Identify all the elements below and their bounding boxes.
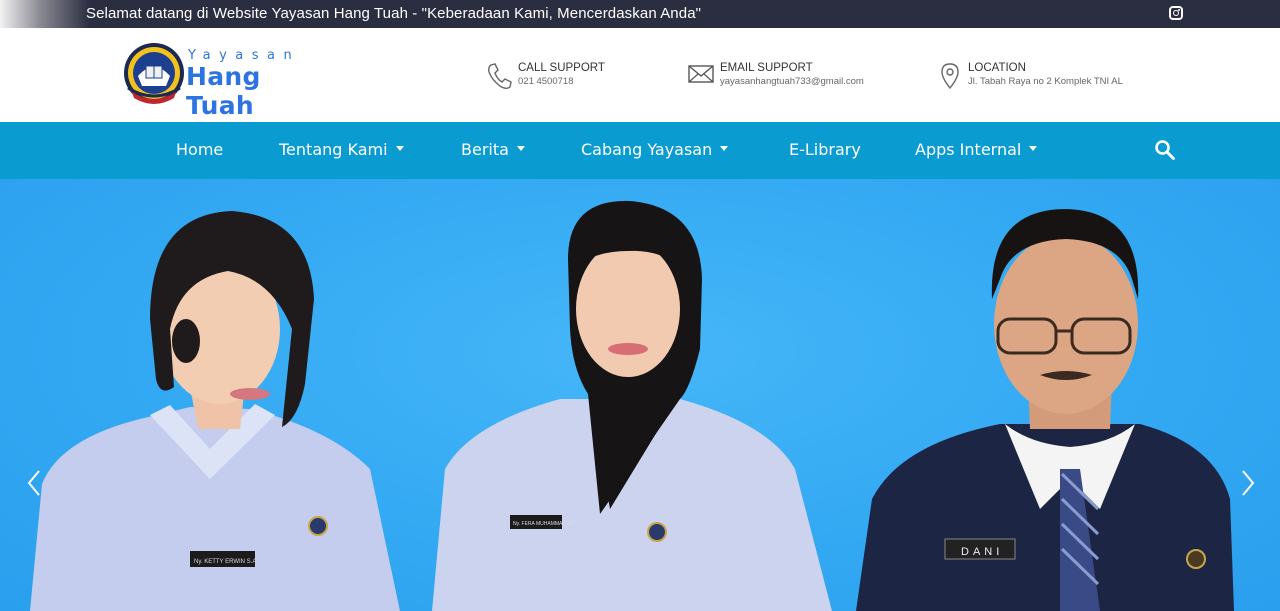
top-bar: Selamat datang di Website Yayasan Hang T… [0, 0, 1280, 28]
email-support-title: EMAIL SUPPORT [720, 62, 813, 74]
location-title: LOCATION [968, 62, 1026, 74]
nav-tentang-kami[interactable]: Tentang Kami [279, 140, 404, 159]
name-tag-center-text: Ny. FERA MUHAMMAD ALI [513, 521, 575, 527]
chevron-down-icon [1029, 146, 1038, 151]
announcement-marquee: Selamat datang di Website Yayasan Hang T… [86, 5, 702, 22]
person-right [856, 209, 1234, 611]
hero-photo: Ny. KETTY ERWIN S.A. Ny. FERA MUHAMMAD A… [30, 200, 1234, 611]
main-nav: Home Tentang Kami Berita Cabang Yayasan … [0, 122, 1280, 179]
instagram-icon[interactable] [1169, 6, 1183, 20]
person-center [432, 200, 832, 611]
chevron-down-icon [720, 146, 729, 151]
chevron-down-icon [516, 146, 525, 151]
name-tag-right-text: DANI [961, 546, 1003, 558]
phone-icon [488, 63, 512, 89]
nav-berita[interactable]: Berita [461, 140, 525, 159]
chevron-right-icon[interactable] [1240, 469, 1256, 497]
logo-line2: Hang Tuah [186, 62, 261, 120]
nav-apps-internal[interactable]: Apps Internal [915, 140, 1038, 159]
hero-slider: Ny. KETTY ERWIN S.A. Ny. FERA MUHAMMAD A… [0, 179, 1280, 611]
location-pin-icon [941, 63, 959, 90]
mail-icon [688, 65, 714, 83]
logo-line1: Yayasan [188, 48, 301, 63]
chevron-left-icon[interactable] [26, 469, 42, 497]
name-tag-left-text: Ny. KETTY ERWIN S.A. [194, 559, 258, 565]
chevron-down-icon [395, 146, 404, 151]
nav-cabang-yayasan[interactable]: Cabang Yayasan [581, 140, 729, 159]
search-icon[interactable] [1154, 139, 1176, 161]
location-address: Jl. Tabah Raya no 2 Komplek TNI AL [968, 76, 1123, 87]
call-support-title: CALL SUPPORT [518, 62, 605, 74]
site-logo[interactable]: Yayasan Hang Tuah [122, 40, 332, 120]
nav-home[interactable]: Home [176, 140, 223, 159]
person-left [30, 211, 400, 611]
nav-e-library[interactable]: E-Library [789, 140, 861, 159]
emblem-icon [124, 43, 184, 104]
email-support-address: yayasanhangtuah733@gmail.com [720, 76, 864, 87]
call-support-number: 021 4500718 [518, 76, 574, 87]
header: Yayasan Hang Tuah CALL SUPPORT 021 45007… [0, 28, 1280, 122]
